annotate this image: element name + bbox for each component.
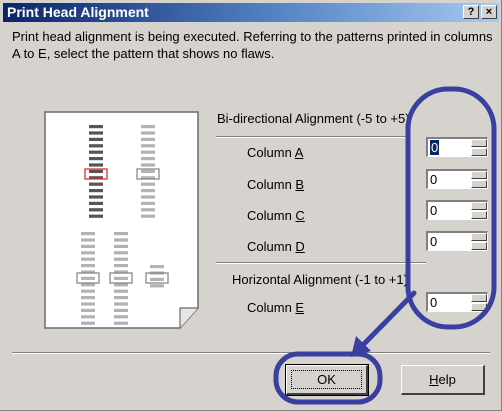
pattern-bar	[114, 232, 128, 236]
pattern-bar	[81, 296, 95, 300]
pattern-bar	[81, 257, 95, 261]
pattern-bar	[81, 251, 95, 255]
column-e-value[interactable]: 0	[430, 295, 437, 310]
pattern-bar	[89, 195, 103, 199]
column-e-up-arrow[interactable]	[471, 294, 487, 302]
pattern-bar	[114, 283, 128, 287]
column-d-up-arrow[interactable]	[471, 233, 487, 241]
pattern-bar	[89, 189, 103, 193]
pattern-bar	[141, 195, 155, 199]
pattern-bar	[81, 264, 95, 268]
pattern-bar	[114, 276, 128, 280]
column-a-value[interactable]: 0	[430, 140, 440, 155]
pattern-bar	[114, 264, 128, 268]
pattern-bar	[141, 189, 155, 193]
horizontal-section-title: Horizontal Alignment (-1 to +1)	[232, 272, 408, 287]
bidirectional-divider	[216, 136, 408, 138]
pattern-bar	[81, 276, 95, 280]
help-button-label: Help	[429, 372, 456, 387]
pattern-bar	[89, 137, 103, 141]
help-button[interactable]: Help	[401, 365, 485, 395]
column-c-up-arrow[interactable]	[471, 202, 487, 210]
pattern-bar	[141, 150, 155, 154]
column-b-down-arrow[interactable]	[471, 180, 487, 188]
button-divider	[12, 352, 490, 354]
pattern-bar	[89, 163, 103, 167]
pattern-bar	[150, 284, 164, 288]
pattern-bar	[114, 238, 128, 242]
column-b-up-arrow[interactable]	[471, 171, 487, 179]
pattern-bar	[89, 201, 103, 205]
pattern-bar	[81, 289, 95, 293]
pattern-bar	[89, 157, 103, 161]
pattern-bar	[141, 214, 155, 218]
pattern-bar	[141, 163, 155, 167]
pattern-bar	[141, 137, 155, 141]
pattern-bar	[89, 150, 103, 154]
column-d-label: Column D	[247, 239, 305, 254]
pattern-bar	[141, 157, 155, 161]
pattern-bar	[141, 125, 155, 129]
pattern-bar	[114, 251, 128, 255]
bidirectional-section-title: Bi-directional Alignment (-5 to +5)	[217, 111, 410, 126]
column-e-label: Column E	[247, 300, 305, 315]
pattern-bar	[81, 238, 95, 242]
column-e-down-arrow[interactable]	[471, 303, 487, 311]
pattern-bar	[89, 214, 103, 218]
print-head-alignment-dialog: Print Head Alignment ? × Print head alig…	[0, 0, 502, 411]
pattern-bar	[114, 257, 128, 261]
column-d-spinner[interactable]: 0	[426, 231, 488, 251]
column-e-spinner[interactable]: 0	[426, 292, 488, 312]
pattern-bar	[89, 169, 103, 173]
pattern-bar	[114, 315, 128, 319]
pattern-bar	[81, 283, 95, 287]
column-c-down-arrow[interactable]	[471, 211, 487, 219]
pattern-bar	[150, 277, 164, 281]
pattern-bar	[81, 321, 95, 325]
column-a-down-arrow[interactable]	[471, 148, 487, 156]
pattern-bar	[141, 131, 155, 135]
pattern-bar	[114, 321, 128, 325]
pattern-bar	[141, 208, 155, 212]
pattern-bar	[141, 182, 155, 186]
pattern-bar	[114, 308, 128, 312]
column-a-spinner[interactable]: 0	[426, 137, 488, 157]
pattern-bar	[141, 201, 155, 205]
pattern-bar	[114, 244, 128, 248]
column-b-label: Column B	[247, 177, 305, 192]
ok-button-label: OK	[317, 372, 336, 387]
pattern-bar	[89, 182, 103, 186]
pattern-bar	[89, 125, 103, 129]
column-b-spinner[interactable]: 0	[426, 169, 488, 189]
pattern-bar	[81, 244, 95, 248]
column-c-value[interactable]: 0	[430, 203, 437, 218]
column-d-down-arrow[interactable]	[471, 242, 487, 250]
pattern-bar	[141, 144, 155, 148]
ok-button[interactable]: OK	[285, 364, 369, 396]
pattern-bar	[114, 289, 128, 293]
column-c-spinner[interactable]: 0	[426, 200, 488, 220]
pattern-bar	[81, 308, 95, 312]
pattern-bar	[81, 232, 95, 236]
pattern-bar	[89, 144, 103, 148]
pattern-bar	[114, 302, 128, 306]
pattern-bar	[114, 296, 128, 300]
pattern-bar	[141, 169, 155, 173]
pattern-bar	[81, 315, 95, 319]
column-d-value[interactable]: 0	[430, 234, 437, 249]
column-a-label: Column A	[247, 145, 304, 160]
pattern-bar	[89, 131, 103, 135]
column-c-label: Column C	[247, 208, 305, 223]
column-a-up-arrow[interactable]	[471, 139, 487, 147]
column-b-value[interactable]: 0	[430, 172, 437, 187]
pattern-bar	[89, 208, 103, 212]
pattern-bar	[81, 302, 95, 306]
section-separator	[216, 262, 426, 264]
pattern-bar	[150, 265, 164, 269]
